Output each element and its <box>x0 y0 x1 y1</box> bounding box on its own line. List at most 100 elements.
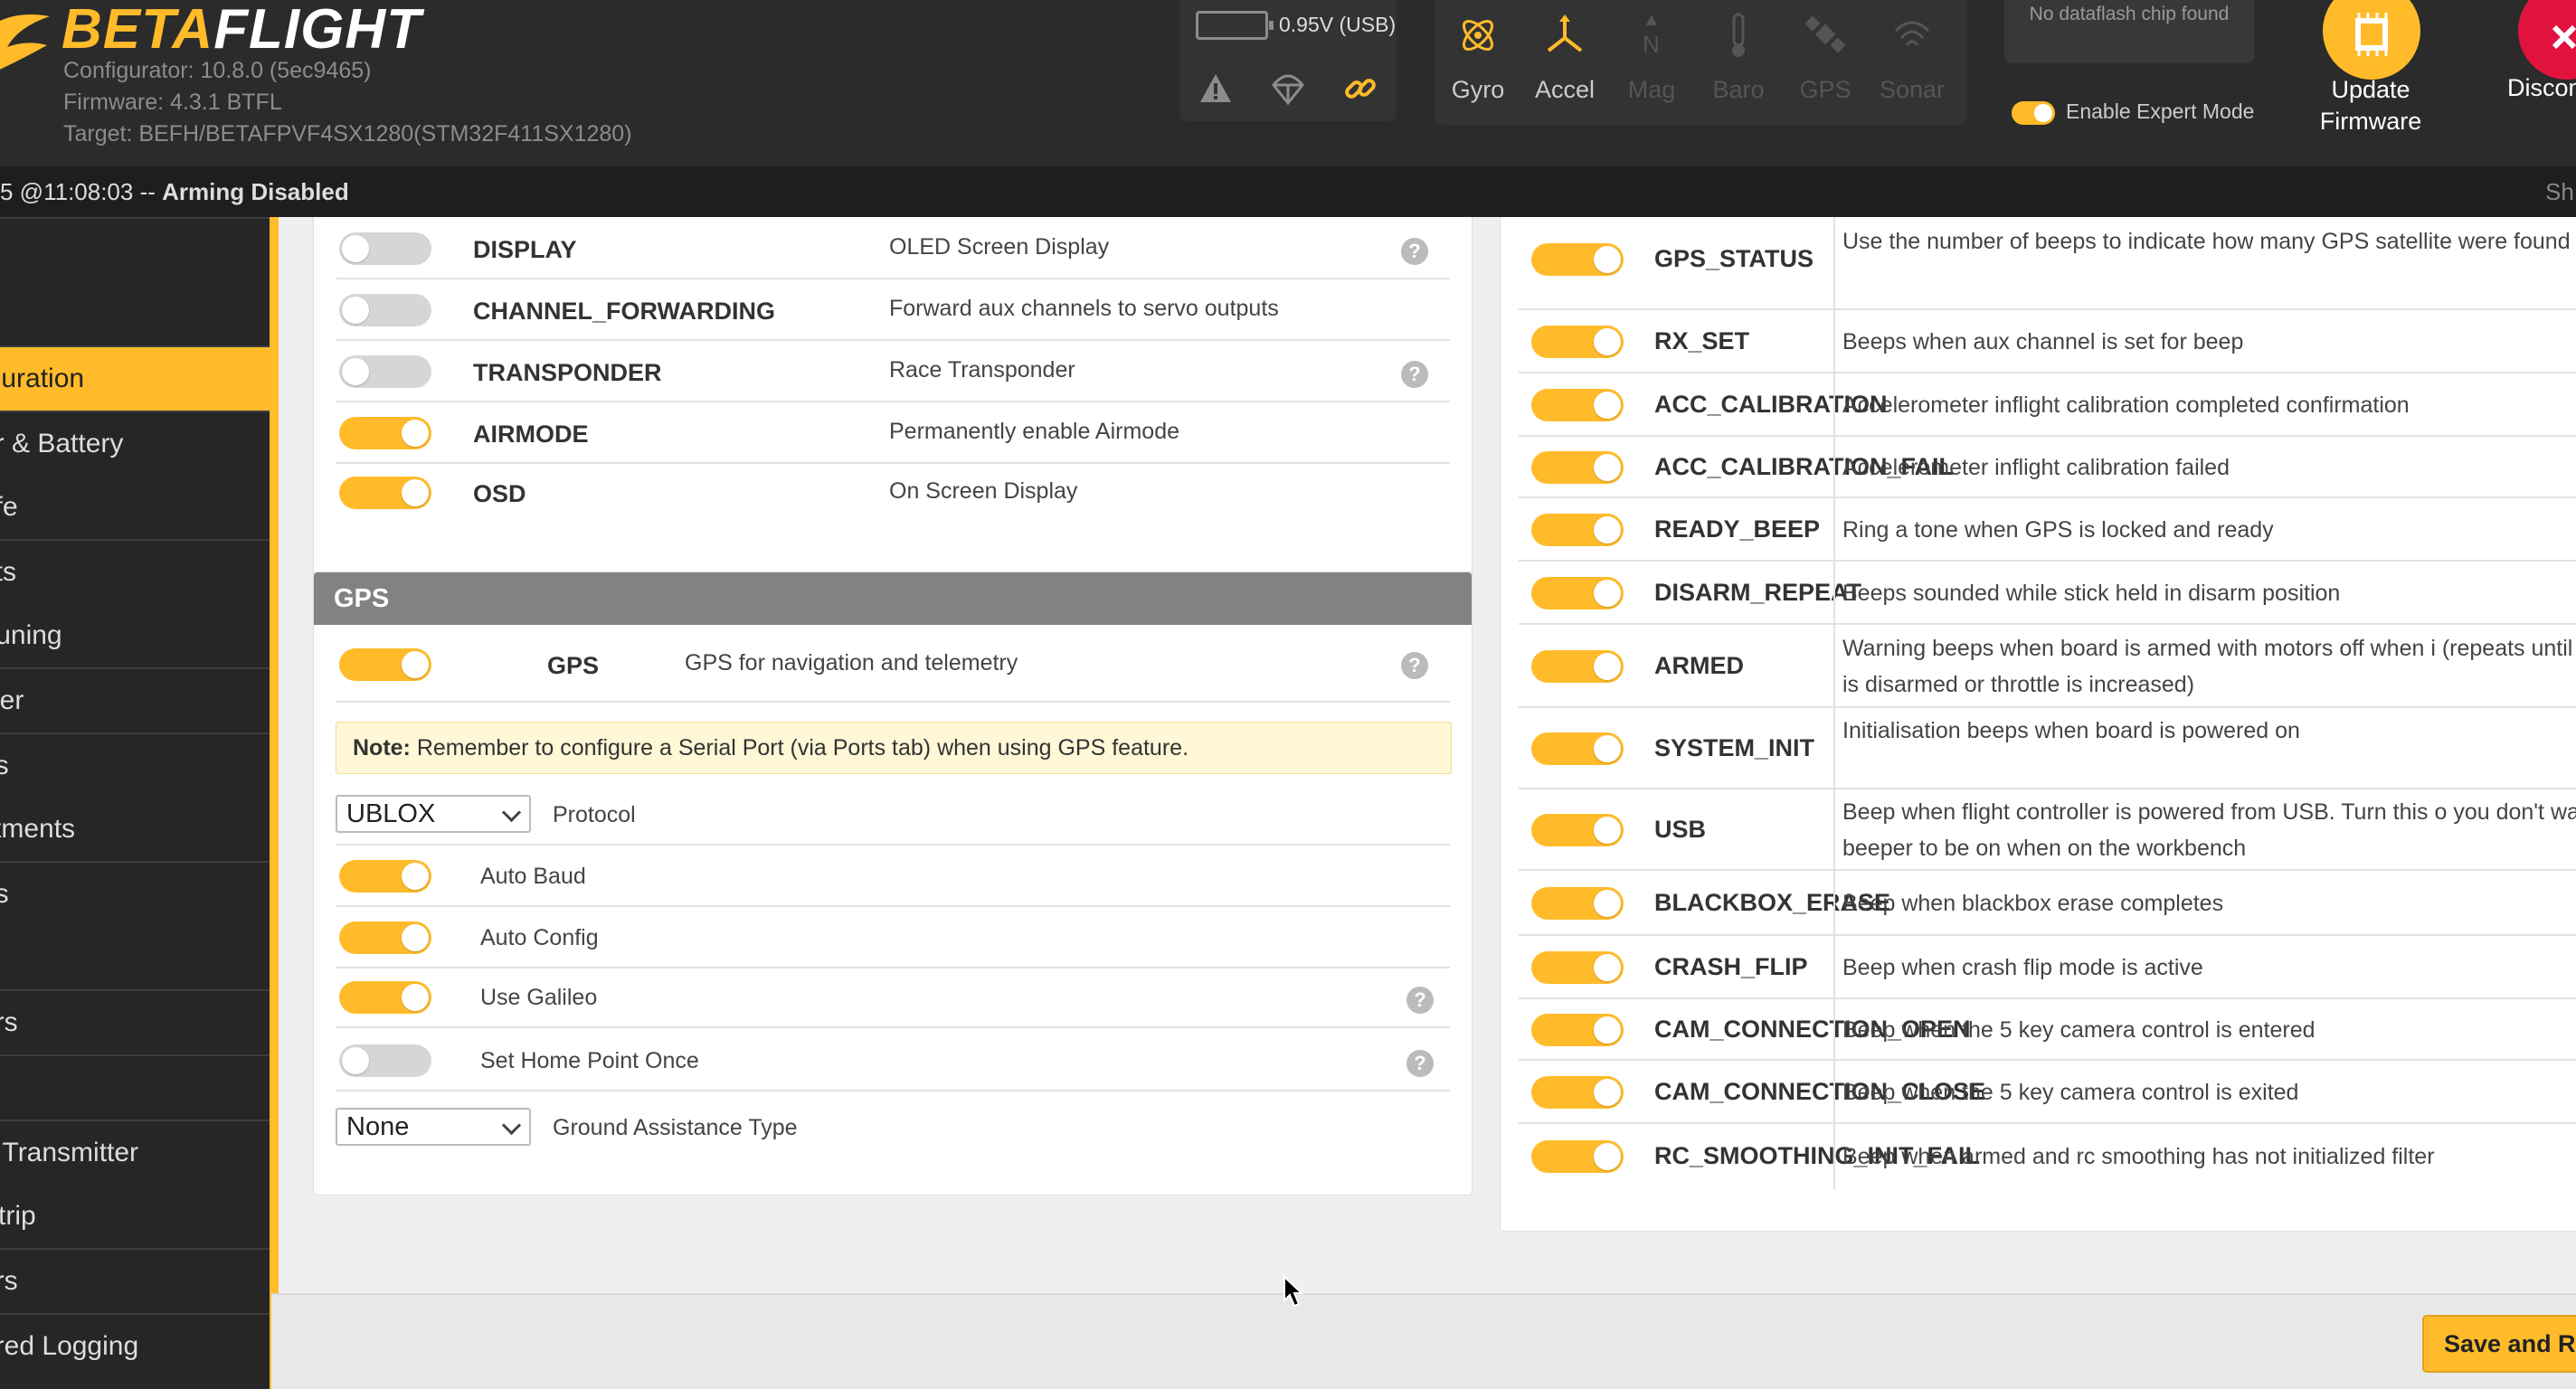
beeper-toggle[interactable] <box>1531 451 1624 484</box>
disconnect-button[interactable]: Discon <box>2504 0 2576 145</box>
beeper-toggle[interactable] <box>1531 951 1624 984</box>
feature-row-channel_forwarding: CHANNEL_FORWARDING Forward aux channels t… <box>336 279 1450 341</box>
beeper-desc: Ring a tone when GPS is locked and ready <box>1842 517 2274 543</box>
feature-toggle[interactable] <box>339 355 431 388</box>
protocol-select[interactable]: UBLOX <box>336 795 531 833</box>
betaflight-logo-text: BETAFLIGHT <box>62 0 422 61</box>
sidebar-item-presets[interactable]: ets <box>0 541 270 604</box>
column-divider <box>1833 999 1835 1059</box>
beeper-toggle[interactable] <box>1531 1014 1624 1046</box>
sidebar-item-power-battery[interactable]: er & Battery <box>0 412 270 476</box>
sidebar-item-setup[interactable]: o <box>0 219 270 282</box>
sidebar-item-video-transmitter[interactable]: o Transmitter <box>0 1121 270 1185</box>
sidebar-item-failsafe[interactable]: afe <box>0 476 270 539</box>
top-header: BETAFLIGHT Configurator: 10.8.0 (5ec9465… <box>0 0 2576 166</box>
beeper-desc: Beep when the 5 key camera control is en… <box>1842 1017 2316 1043</box>
configurator-version: Configurator: 10.8.0 (5ec9465) <box>63 58 372 83</box>
sidebar-item-gps[interactable] <box>0 926 270 989</box>
battery-voltage: 0.95V (USB) <box>1279 13 1397 36</box>
gps-option-toggle[interactable] <box>339 860 431 893</box>
sidebar-item-sensors[interactable]: ors <box>0 1250 270 1313</box>
betaflight-logo-icon <box>0 14 50 70</box>
gps-feature-row: GPS GPS for navigation and telemetry ? <box>336 625 1450 703</box>
beeper-toggle[interactable] <box>1531 389 1624 421</box>
column-divider <box>1833 1061 1835 1122</box>
beeper-toggle[interactable] <box>1531 732 1624 765</box>
mouse-cursor-icon <box>1283 1275 1304 1308</box>
beeper-toggle[interactable] <box>1531 514 1624 546</box>
update-firmware-button[interactable]: Update Firmware <box>2303 0 2439 145</box>
gps-option-toggle[interactable] <box>339 1044 431 1077</box>
disconnect-icon <box>2518 0 2576 80</box>
sidebar-item-adjustments[interactable]: stments <box>0 798 270 861</box>
beeper-toggle[interactable] <box>1531 887 1624 920</box>
help-icon[interactable]: ? <box>1406 987 1434 1014</box>
beeper-desc: Warning beeps when board is armed with m… <box>1842 636 2576 697</box>
sensor-baro: Baro <box>1695 0 1782 125</box>
beeper-name: READY_BEEP <box>1654 515 1821 543</box>
feature-toggle[interactable] <box>339 417 431 449</box>
gyro-icon <box>1462 19 1494 52</box>
sidebar-item-configuration[interactable]: iguration <box>0 347 270 411</box>
beeper-toggle[interactable] <box>1531 814 1624 846</box>
beeper-name: RX_SET <box>1654 327 1750 354</box>
beeper-toggle[interactable] <box>1531 1076 1624 1109</box>
beeper-toggle[interactable] <box>1531 243 1624 276</box>
sidebar-item-receiver[interactable]: iver <box>0 669 270 732</box>
beeper-toggle[interactable] <box>1531 1140 1624 1173</box>
sidebar-item-servos[interactable]: os <box>0 863 270 926</box>
sensor-accel: Accel <box>1521 0 1608 125</box>
gps-option-toggle[interactable] <box>339 981 431 1014</box>
gps-feature-toggle[interactable] <box>339 648 431 681</box>
help-icon[interactable]: ? <box>1406 1050 1434 1077</box>
feature-name: CHANNEL_FORWARDING <box>473 298 776 325</box>
feature-toggle[interactable] <box>339 294 431 326</box>
help-icon[interactable]: ? <box>1401 652 1428 679</box>
beeper-desc: Accelerometer inflight calibration compl… <box>1842 392 2410 418</box>
column-divider <box>1833 871 1835 934</box>
feature-desc: Permanently enable Airmode <box>889 419 1180 444</box>
gps-card-title: GPS <box>314 572 1472 625</box>
save-and-reboot-button[interactable]: Save and Re <box>2422 1315 2576 1373</box>
beeper-row-system_init: SYSTEM_INIT Initialisation beeps when boa… <box>1519 708 2576 789</box>
target-board: Target: BEFH/BETAFPVF4SX1280(STM32F411SX… <box>63 121 632 146</box>
beeper-row-blackbox_erase: BLACKBOX_ERASE Beep when blackbox erase c… <box>1519 871 2576 936</box>
feature-toggle[interactable] <box>339 232 431 265</box>
sidebar-item-led-strip[interactable]: Strip <box>0 1185 270 1248</box>
protocol-row: UBLOX Protocol <box>336 782 1450 846</box>
feature-name: OSD <box>473 480 526 507</box>
sidebar-item-motors[interactable]: ors <box>0 991 270 1054</box>
beeper-row-crash_flip: CRASH_FLIP Beep when crash flip mode is a… <box>1519 936 2576 999</box>
help-icon[interactable]: ? <box>1401 361 1428 388</box>
help-icon[interactable]: ? <box>1401 238 1428 265</box>
column-divider <box>1833 310 1835 372</box>
beeper-toggle[interactable] <box>1531 650 1624 683</box>
dataflash-status: No dataflash chip found <box>2004 0 2254 63</box>
beeper-row-gps_status: GPS_STATUS Use the number of beeps to ind… <box>1519 217 2576 310</box>
sidebar-item-tethered-logging[interactable]: ered Logging <box>0 1315 270 1389</box>
beeper-name: CRASH_FLIP <box>1654 953 1808 980</box>
battery-panel: 0.95V (USB) <box>1179 0 1397 121</box>
beeper-row-cam_connection_close: CAM_CONNECTION_CLOSE Beep when the 5 key … <box>1519 1061 2576 1124</box>
sidebar-item-pid-tuning[interactable]: Tuning <box>0 604 270 667</box>
feature-name: DISPLAY <box>473 236 577 263</box>
feature-desc: OLED Screen Display <box>889 234 1110 260</box>
feature-toggle[interactable] <box>339 477 431 509</box>
sidebar-item-osd[interactable] <box>0 1056 270 1120</box>
failsafe-parachute-icon <box>1272 74 1304 106</box>
expert-mode-switch[interactable] <box>2012 101 2055 125</box>
beeper-card: GPS_STATUS Use the number of beeps to ind… <box>1500 217 2576 1232</box>
sidebar-item-modes[interactable]: es <box>0 734 270 798</box>
show-log-link[interactable]: Sh <box>2545 166 2574 217</box>
beeper-toggle[interactable] <box>1531 326 1624 358</box>
beeper-row-rx_set: RX_SET Beeps when aux channel is set for … <box>1519 310 2576 373</box>
feature-desc: On Screen Display <box>889 478 1078 504</box>
beeper-desc: Beep when the 5 key camera control is ex… <box>1842 1080 2299 1105</box>
sidebar-item-ports[interactable]: s <box>0 282 270 345</box>
column-divider <box>1833 498 1835 560</box>
ground-assist-select[interactable]: None <box>336 1108 531 1146</box>
beeper-toggle[interactable] <box>1531 577 1624 609</box>
column-divider <box>1833 437 1835 496</box>
gps-option-toggle[interactable] <box>339 921 431 954</box>
ground-assist-label: Ground Assistance Type <box>553 1115 798 1140</box>
